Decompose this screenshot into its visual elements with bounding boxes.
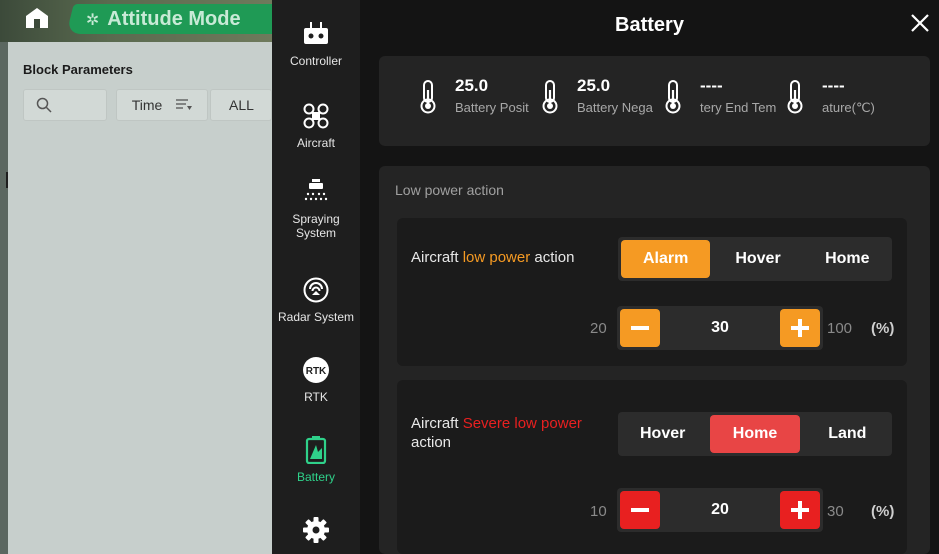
option-home[interactable]: Home: [710, 415, 800, 453]
stepper-unit: (%): [871, 503, 895, 520]
option-land[interactable]: Land: [803, 412, 892, 456]
temperature-value: ----: [822, 76, 845, 95]
sidebar-item-battery[interactable]: Battery: [272, 436, 360, 484]
sidebar-item-label: RTK: [304, 390, 328, 404]
low-power-action-label: Aircraft low power action: [411, 248, 601, 267]
option-alarm[interactable]: Alarm: [621, 240, 711, 278]
stepper-min-value: 20: [590, 320, 607, 337]
stepper-min-value: 10: [590, 503, 607, 520]
gear-icon: [302, 516, 330, 544]
temperature-value: 25.0: [577, 76, 611, 95]
thermometer-icon: [665, 80, 681, 114]
settings-sidebar: Controller Aircraft Spraying System Rada…: [272, 0, 360, 554]
option-home[interactable]: Home: [803, 237, 892, 281]
close-icon: [911, 14, 929, 32]
battery-settings-panel: Battery 25.0 Battery Posit 25.0 Battery …: [360, 0, 939, 554]
stepper-max-value: 30: [827, 503, 844, 520]
battery-temperature-card: 25.0 Battery Posit 25.0 Battery Nega ---…: [379, 56, 930, 146]
low-power-action-selector: Alarm Hover Home: [618, 237, 892, 281]
thermometer-icon: [787, 80, 803, 114]
sidebar-item-label: Battery: [296, 470, 335, 484]
severe-low-power-threshold-stepper: 20: [617, 488, 823, 532]
severe-low-power-row: Aircraft Severe low power action Hover H…: [397, 380, 907, 554]
radar-icon: [302, 276, 330, 304]
svg-text:RTK: RTK: [306, 366, 327, 377]
filter-all-button[interactable]: ALL: [210, 89, 272, 121]
thermometer-icon: [420, 80, 436, 114]
sidebar-item-rtk[interactable]: RTK RTK: [272, 356, 360, 404]
sidebar-item-label: Spraying System: [292, 212, 340, 240]
stepper-value[interactable]: 20: [667, 488, 773, 532]
filter-all-label: ALL: [229, 97, 254, 113]
label-highlight: Severe low power: [462, 415, 582, 432]
label-prefix: Aircraft: [411, 415, 463, 432]
sidebar-item-label: Controller: [289, 54, 343, 68]
map-edge: [0, 42, 8, 554]
decrement-button[interactable]: [620, 309, 660, 347]
section-heading: Low power action: [395, 182, 504, 198]
sidebar-item-label: Radar System: [277, 310, 355, 324]
stepper-max-value: 100: [827, 320, 853, 337]
controller-icon: [302, 20, 330, 48]
label-suffix: action: [530, 249, 575, 266]
spraying-icon: [302, 178, 330, 206]
sort-icon: [176, 99, 193, 110]
option-hover[interactable]: Hover: [713, 237, 802, 281]
increment-button[interactable]: [780, 309, 820, 347]
temperature-label: Battery Posit: [455, 100, 529, 115]
battery-icon: [302, 436, 330, 464]
sort-time-label: Time: [131, 97, 163, 113]
sidebar-item-settings[interactable]: [272, 516, 360, 544]
stepper-value[interactable]: 30: [667, 306, 773, 350]
block-parameters-title: Block Parameters: [23, 62, 133, 77]
rtk-icon: RTK: [302, 356, 330, 384]
minus-icon: [631, 326, 649, 330]
sidebar-item-controller[interactable]: Controller: [272, 20, 360, 68]
label-highlight: low power: [462, 249, 531, 266]
close-button[interactable]: [909, 12, 931, 34]
sidebar-item-aircraft[interactable]: Aircraft: [272, 102, 360, 150]
home-icon: [26, 8, 48, 28]
low-power-action-section: Low power action Aircraft low power acti…: [379, 166, 930, 554]
decrement-button[interactable]: [620, 491, 660, 529]
thermometer-icon: [542, 80, 558, 114]
sidebar-item-spraying-system[interactable]: Spraying System: [272, 178, 360, 240]
option-hover[interactable]: Hover: [618, 412, 707, 456]
temperature-label: ature(℃): [822, 100, 875, 115]
home-button[interactable]: [24, 6, 50, 28]
label-suffix: action: [411, 434, 452, 451]
low-power-row: Aircraft low power action Alarm Hover Ho…: [397, 218, 907, 366]
plus-icon: [791, 319, 809, 337]
aircraft-icon: [302, 102, 330, 130]
low-power-threshold-stepper: 30: [617, 306, 823, 350]
temperature-value: ----: [700, 76, 723, 95]
minus-icon: [631, 508, 649, 512]
stepper-unit: (%): [871, 320, 895, 337]
block-parameters-panel: Block Parameters Time ALL: [8, 42, 272, 554]
flight-mode-indicator[interactable]: ✲ Attitude Mode: [66, 4, 284, 34]
severe-low-power-action-label: Aircraft Severe low power action: [411, 414, 601, 452]
sidebar-item-radar-system[interactable]: Radar System: [272, 276, 360, 324]
page-title: Battery: [615, 13, 684, 36]
sidebar-item-label: Aircraft: [296, 136, 335, 150]
plus-icon: [791, 501, 809, 519]
temperature-label: Battery Nega: [577, 100, 653, 115]
temperature-label: tery End Tem: [700, 100, 777, 115]
search-icon: [36, 97, 52, 113]
label-prefix: Aircraft: [411, 249, 463, 266]
increment-button[interactable]: [780, 491, 820, 529]
temperature-value: 25.0: [455, 76, 489, 95]
search-input[interactable]: [23, 89, 107, 121]
sort-time-button[interactable]: Time: [116, 89, 208, 121]
flight-mode-label: Attitude Mode: [107, 7, 241, 30]
drone-icon: ✲: [86, 11, 100, 28]
severe-low-power-action-selector: Hover Home Land: [618, 412, 892, 456]
panel-header: Battery: [360, 0, 939, 50]
